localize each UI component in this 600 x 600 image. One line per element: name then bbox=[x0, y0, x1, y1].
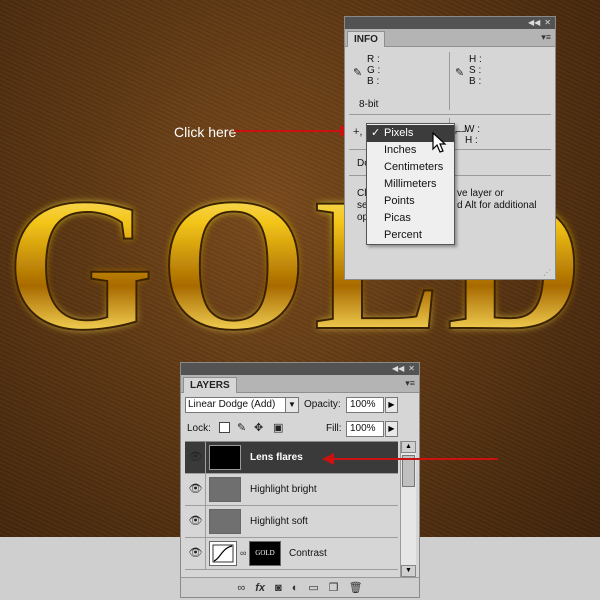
visibility-eye-icon[interactable]: 👁 bbox=[186, 538, 206, 569]
hue-label: H : bbox=[469, 54, 482, 65]
layers-footer-toolbar: ∞ fx ◙ ◐ ▭ ❐ 🗑 bbox=[181, 577, 419, 597]
eyedropper-2-icon[interactable]: ✎ bbox=[455, 66, 464, 79]
layer-name: Lens flares bbox=[250, 452, 303, 463]
layer-row-highlight-soft[interactable]: 👁 Highlight soft bbox=[185, 506, 398, 538]
eyedropper-icon[interactable]: ✎ bbox=[353, 66, 362, 79]
layer-thumbnail bbox=[209, 477, 241, 502]
brightness-label: B : bbox=[469, 76, 482, 87]
menu-item-label: Pixels bbox=[384, 127, 414, 139]
menu-item-points[interactable]: Points bbox=[367, 193, 454, 210]
menu-item-label: Millimeters bbox=[384, 178, 437, 190]
lock-label: Lock: bbox=[187, 423, 211, 434]
annotation-arrow-layers bbox=[322, 453, 498, 465]
menu-item-label: Inches bbox=[384, 144, 417, 156]
collapse-icon[interactable]: ◀◀ bbox=[528, 19, 540, 27]
height-label: H : bbox=[465, 135, 478, 146]
new-layer-icon[interactable]: ❐ bbox=[329, 581, 339, 594]
layer-row-highlight-bright[interactable]: 👁 Highlight bright bbox=[185, 474, 398, 506]
panel-menu-icon[interactable]: ▾≡ bbox=[541, 32, 551, 43]
layer-row-contrast[interactable]: 👁 ∞ GOLD Contrast bbox=[185, 538, 398, 570]
menu-item-centimeters[interactable]: Centimeters bbox=[367, 159, 454, 176]
divider bbox=[449, 52, 450, 110]
help-text-right-1: ve layer or bbox=[457, 188, 504, 199]
close-icon[interactable]: ✕ bbox=[408, 365, 415, 373]
opacity-slider-button[interactable]: ▶ bbox=[385, 397, 398, 413]
scroll-down-icon[interactable]: ▼ bbox=[401, 565, 416, 577]
menu-item-label: Centimeters bbox=[384, 161, 444, 173]
fx-icon[interactable]: fx bbox=[255, 582, 265, 594]
mouse-cursor-icon bbox=[432, 132, 447, 153]
lock-pixels-brush-icon[interactable]: ✎ bbox=[237, 421, 246, 435]
mask-icon[interactable]: ◙ bbox=[275, 582, 282, 594]
layer-name: Contrast bbox=[289, 548, 327, 559]
blend-mode-value: Linear Dodge (Add) bbox=[188, 399, 276, 410]
link-icon[interactable]: ∞ bbox=[237, 582, 245, 594]
width-label: W : bbox=[465, 124, 480, 135]
fill-input[interactable]: 100% bbox=[346, 421, 384, 437]
panel-titlebar[interactable]: ◀◀ ✕ bbox=[345, 17, 555, 29]
menu-item-picas[interactable]: Picas bbox=[367, 210, 454, 227]
menu-item-label: Points bbox=[384, 195, 415, 207]
opacity-label: Opacity: bbox=[304, 399, 341, 410]
menu-item-label: Percent bbox=[384, 229, 422, 241]
panel-menu-icon[interactable]: ▾≡ bbox=[405, 378, 415, 389]
visibility-eye-icon[interactable]: 👁 bbox=[186, 474, 206, 505]
resize-grip-icon[interactable]: ⋰ bbox=[543, 268, 551, 277]
opacity-input[interactable]: 100% bbox=[346, 397, 384, 413]
fill-slider-button[interactable]: ▶ bbox=[385, 421, 398, 437]
visibility-eye-icon[interactable]: 👁 bbox=[186, 506, 206, 537]
folder-icon[interactable]: ▭ bbox=[308, 581, 318, 594]
panel-titlebar[interactable]: ◀◀ ✕ bbox=[181, 363, 419, 375]
visibility-eye-icon[interactable]: 👁 bbox=[186, 442, 206, 473]
blend-mode-select[interactable]: Linear Dodge (Add) ▼ bbox=[185, 397, 299, 413]
layer-name: Highlight soft bbox=[250, 516, 308, 527]
click-here-label: Click here bbox=[174, 124, 237, 140]
layers-panel: ◀◀ ✕ LAYERS ▾≡ Linear Dodge (Add) ▼ Opac… bbox=[180, 362, 420, 598]
divider bbox=[349, 114, 551, 115]
lock-all-padlock-icon[interactable]: ▣ bbox=[273, 421, 283, 435]
green-label: G : bbox=[367, 65, 381, 76]
chevron-down-icon[interactable]: ▼ bbox=[285, 398, 298, 412]
layer-name: Highlight bright bbox=[250, 484, 317, 495]
close-icon[interactable]: ✕ bbox=[544, 19, 551, 27]
lock-position-move-icon[interactable]: ✥ bbox=[254, 421, 263, 435]
menu-item-percent[interactable]: Percent bbox=[367, 227, 454, 244]
menu-item-label: Picas bbox=[384, 212, 411, 224]
curves-adjustment-icon bbox=[209, 541, 237, 566]
red-label: R : bbox=[367, 54, 380, 65]
layer-thumbnail bbox=[209, 509, 241, 534]
chain-link-icon[interactable]: ∞ bbox=[240, 548, 246, 558]
trash-icon[interactable]: 🗑 bbox=[349, 581, 363, 594]
layer-mask-thumbnail: GOLD bbox=[249, 541, 281, 566]
checkmark-icon: ✓ bbox=[371, 127, 381, 139]
bit-depth: 8-bit bbox=[359, 99, 379, 110]
annotation-arrow-info bbox=[234, 125, 352, 137]
blue-label: B : bbox=[367, 76, 380, 87]
menu-item-millimeters[interactable]: Millimeters bbox=[367, 176, 454, 193]
help-text-right-2: d Alt for additional bbox=[457, 200, 537, 211]
collapse-icon[interactable]: ◀◀ bbox=[392, 365, 404, 373]
layer-thumbnail bbox=[209, 445, 241, 470]
saturation-label: S : bbox=[469, 65, 482, 76]
tab-info[interactable]: INFO bbox=[347, 31, 385, 47]
lock-transparency-icon[interactable] bbox=[219, 422, 230, 433]
fill-label: Fill: bbox=[326, 423, 342, 434]
tab-layers[interactable]: LAYERS bbox=[183, 377, 237, 393]
adjustment-icon[interactable]: ◐ bbox=[292, 582, 299, 594]
crosshair-icon[interactable]: +, bbox=[353, 126, 362, 138]
